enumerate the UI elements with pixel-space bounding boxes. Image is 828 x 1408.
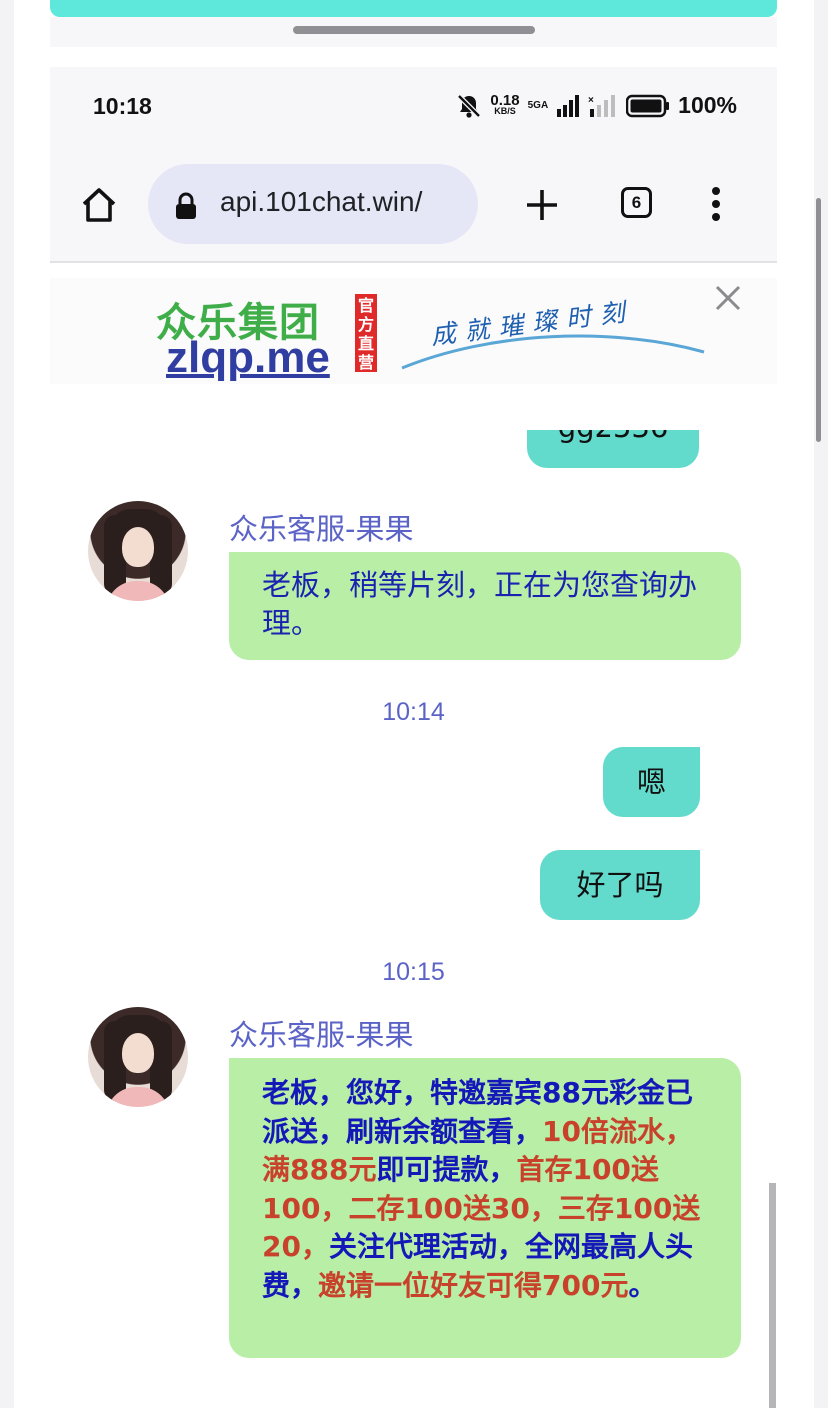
new-tab-icon[interactable]	[524, 187, 560, 223]
outgoing-message: 嗯	[603, 747, 700, 817]
previous-screen-strip	[50, 0, 777, 17]
signal-weak-icon: ×	[588, 94, 616, 117]
status-bar: 10:18 0.18 KB/S 5GA × 100%	[50, 67, 777, 147]
bell-muted-icon	[457, 93, 482, 118]
avatar[interactable]	[88, 501, 188, 601]
drag-handle[interactable]	[293, 26, 535, 34]
sender-name: 众乐客服-果果	[229, 1018, 414, 1052]
page-scrollbar[interactable]	[816, 198, 821, 442]
outgoing-message: 好了吗	[540, 850, 700, 920]
sender-name: 众乐客服-果果	[229, 512, 414, 546]
signal-full-icon	[557, 94, 580, 117]
official-badge: 官方直营	[355, 294, 377, 372]
network-speed: 0.18 KB/S	[490, 91, 520, 116]
chat-scrollbar[interactable]	[769, 1183, 776, 1408]
timestamp: 10:15	[382, 958, 445, 986]
promo-segment: 即可提款，	[376, 1153, 517, 1186]
avatar[interactable]	[88, 1007, 188, 1107]
address-bar[interactable]: api.101chat.win/	[148, 164, 478, 244]
ad-banner[interactable]: 众乐集团 zlqp.me 官方直营 成就璀璨时刻	[50, 278, 777, 384]
more-menu-icon[interactable]	[710, 186, 722, 222]
promo-segment: 邀请一位好友可得700元	[318, 1268, 629, 1302]
promo-message: 老板，您好，特邀嘉宾88元彩金已派送，刷新余额查看，10倍流水，满888元即可提…	[229, 1058, 741, 1358]
url-text: api.101chat.win/	[220, 186, 423, 217]
lock-icon	[176, 192, 196, 219]
incoming-message: 老板，稍等片刻，正在为您查询办理。	[229, 552, 741, 660]
timestamp: 10:14	[382, 698, 445, 726]
status-time: 10:18	[93, 93, 152, 119]
battery-percent: 100%	[678, 92, 737, 118]
close-icon[interactable]	[714, 284, 742, 312]
tab-switcher-button[interactable]: 6	[621, 187, 652, 218]
battery-icon	[626, 94, 670, 117]
network-type-label: 5GA	[527, 100, 549, 111]
home-icon[interactable]	[79, 185, 119, 225]
banner-domain: zlqp.me	[166, 333, 330, 382]
outgoing-message-partial: gg2536	[527, 430, 699, 468]
chat-area: gg2536 众乐客服-果果 老板，稍等片刻，正在为您查询办理。 10:14 嗯…	[50, 384, 777, 1408]
browser-toolbar: api.101chat.win/ 6	[50, 147, 777, 263]
status-icons: 0.18 KB/S 5GA × 100%	[456, 92, 737, 119]
promo-segment: 。	[628, 1268, 657, 1302]
svg-text:×: ×	[588, 95, 594, 106]
